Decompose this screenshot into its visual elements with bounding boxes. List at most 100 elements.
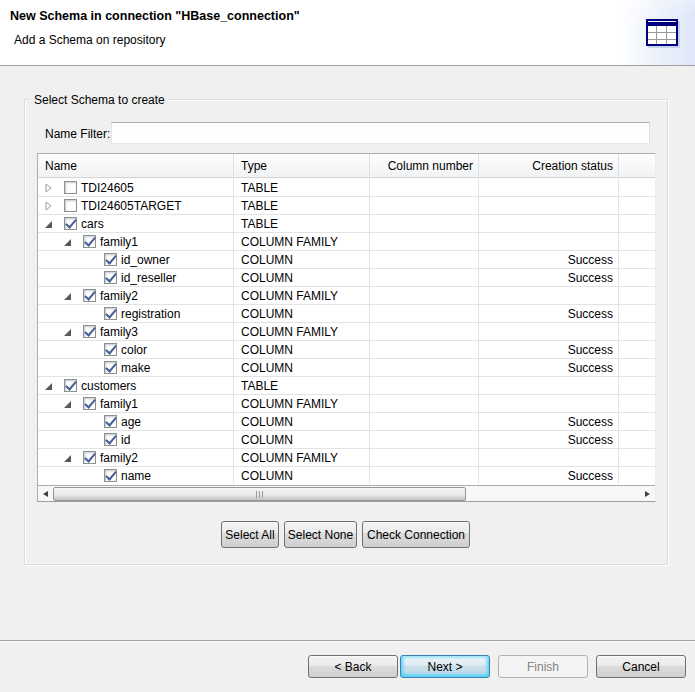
row-name-label: family3	[100, 325, 138, 339]
row-creation-status-cell: Success	[479, 341, 619, 358]
row-name-label: id_reseller	[121, 271, 176, 285]
row-blank-cell	[619, 269, 655, 286]
row-blank-cell	[619, 359, 655, 376]
page-subtitle: Add a Schema on repository	[14, 33, 165, 47]
column-header-type[interactable]: Type	[234, 154, 370, 177]
next-button[interactable]: Next >	[400, 655, 490, 678]
row-checkbox-checked[interactable]	[104, 343, 117, 356]
row-column-number-cell	[370, 233, 479, 250]
tree-expander-expanded-icon[interactable]	[44, 219, 54, 229]
table-row[interactable]: TDI24605TARGETTABLE	[38, 197, 655, 215]
table-row[interactable]: family3 COLUMN FAMILY	[38, 323, 655, 341]
row-column-number-cell	[370, 251, 479, 268]
row-checkbox-checked[interactable]	[104, 415, 117, 428]
row-checkbox-unchecked[interactable]	[64, 181, 77, 194]
row-checkbox-checked[interactable]	[83, 397, 96, 410]
row-creation-status-cell	[479, 323, 619, 340]
tree-expander-expanded-icon[interactable]	[63, 237, 73, 247]
table-row[interactable]: carsTABLE	[38, 215, 655, 233]
row-name-label: color	[121, 343, 147, 357]
tree-expander-expanded-icon[interactable]	[63, 399, 73, 409]
row-checkbox-checked[interactable]	[83, 289, 96, 302]
tree-expander-collapsed-icon[interactable]	[44, 183, 54, 193]
row-column-number-cell	[370, 341, 479, 358]
row-column-number-cell	[370, 179, 479, 196]
row-type-cell: COLUMN FAMILY	[234, 323, 370, 340]
horizontal-scrollbar[interactable]	[38, 485, 655, 501]
column-header-column-number[interactable]: Column number	[370, 154, 479, 177]
row-checkbox-unchecked[interactable]	[64, 199, 77, 212]
table-row[interactable]: family2COLUMN FAMILY	[38, 287, 655, 305]
row-type-cell: COLUMN	[234, 467, 370, 484]
row-creation-status-cell: Success	[479, 251, 619, 268]
table-row[interactable]: makeCOLUMNSuccess	[38, 359, 655, 377]
table-row[interactable]: id_ownerCOLUMNSuccess	[38, 251, 655, 269]
row-checkbox-checked[interactable]	[83, 451, 96, 464]
table-row[interactable]: family2COLUMN FAMILY	[38, 449, 655, 467]
back-button[interactable]: < Back	[308, 655, 398, 678]
table-row[interactable]: ageCOLUMNSuccess	[38, 413, 655, 431]
tree-expander-collapsed-icon[interactable]	[44, 201, 54, 211]
tree-expander-expanded-icon[interactable]	[63, 327, 73, 337]
tree-expander-expanded-icon[interactable]	[63, 291, 73, 301]
row-checkbox-checked[interactable]	[83, 235, 96, 248]
finish-button[interactable]: Finish	[498, 655, 588, 678]
scrollbar-thumb[interactable]	[53, 487, 466, 501]
row-blank-cell	[619, 197, 655, 214]
row-checkbox-checked[interactable]	[104, 361, 117, 374]
row-column-number-cell	[370, 449, 479, 466]
table-row[interactable]: TDI24605TABLE	[38, 179, 655, 197]
table-row[interactable]: nameCOLUMNSuccess	[38, 467, 655, 485]
row-creation-status-cell	[479, 395, 619, 412]
row-creation-status-cell	[479, 215, 619, 232]
column-header-creation-status[interactable]: Creation status	[479, 154, 619, 177]
row-checkbox-checked[interactable]	[64, 379, 77, 392]
row-column-number-cell	[370, 431, 479, 448]
row-type-cell: COLUMN	[234, 251, 370, 268]
row-blank-cell	[619, 251, 655, 268]
column-header-blank[interactable]	[619, 154, 655, 177]
wizard-banner: New Schema in connection "HBase_connecti…	[0, 0, 695, 66]
table-row[interactable]: id_resellerCOLUMNSuccess	[38, 269, 655, 287]
select-none-button[interactable]: Select None	[284, 521, 357, 548]
cancel-button[interactable]: Cancel	[596, 655, 686, 678]
select-schema-group: Select Schema to create Name Filter: Nam…	[24, 99, 668, 565]
row-blank-cell	[619, 431, 655, 448]
row-type-cell: COLUMN FAMILY	[234, 395, 370, 412]
row-creation-status-cell	[479, 377, 619, 394]
row-checkbox-checked[interactable]	[104, 469, 117, 482]
row-checkbox-checked[interactable]	[104, 271, 117, 284]
select-all-button[interactable]: Select All	[221, 521, 279, 548]
row-creation-status-cell: Success	[479, 269, 619, 286]
scroll-right-arrow[interactable]	[640, 487, 655, 501]
page-title: New Schema in connection "HBase_connecti…	[10, 9, 300, 23]
new-schema-wizard-dialog: New Schema in connection "HBase_connecti…	[0, 0, 695, 692]
table-row[interactable]: registrationCOLUMNSuccess	[38, 305, 655, 323]
tree-expander-expanded-icon[interactable]	[63, 453, 73, 463]
row-type-cell: TABLE	[234, 377, 370, 394]
row-checkbox-checked[interactable]	[83, 325, 96, 338]
row-checkbox-checked[interactable]	[104, 307, 117, 320]
name-filter-label: Name Filter:	[45, 127, 110, 141]
column-header-name[interactable]: Name	[38, 154, 234, 177]
table-row[interactable]: idCOLUMNSuccess	[38, 431, 655, 449]
row-checkbox-checked[interactable]	[104, 433, 117, 446]
table-row[interactable]: customersTABLE	[38, 377, 655, 395]
row-type-cell: COLUMN	[234, 359, 370, 376]
scroll-left-arrow[interactable]	[38, 487, 53, 501]
table-row[interactable]: color COLUMN Success	[38, 341, 655, 359]
row-checkbox-checked[interactable]	[64, 217, 77, 230]
row-type-cell: COLUMN	[234, 413, 370, 430]
table-action-buttons: Select All Select None Check Connection	[221, 521, 470, 548]
tree-expander-expanded-icon[interactable]	[44, 381, 54, 391]
row-blank-cell	[619, 395, 655, 412]
row-checkbox-checked[interactable]	[104, 253, 117, 266]
row-creation-status-cell: Success	[479, 413, 619, 430]
table-row[interactable]: family1COLUMN FAMILY	[38, 395, 655, 413]
row-type-cell: COLUMN	[234, 341, 370, 358]
table-row[interactable]: family1COLUMN FAMILY	[38, 233, 655, 251]
check-connection-button[interactable]: Check Connection	[362, 521, 470, 548]
row-blank-cell	[619, 413, 655, 430]
row-column-number-cell	[370, 215, 479, 232]
name-filter-input[interactable]	[111, 122, 650, 144]
